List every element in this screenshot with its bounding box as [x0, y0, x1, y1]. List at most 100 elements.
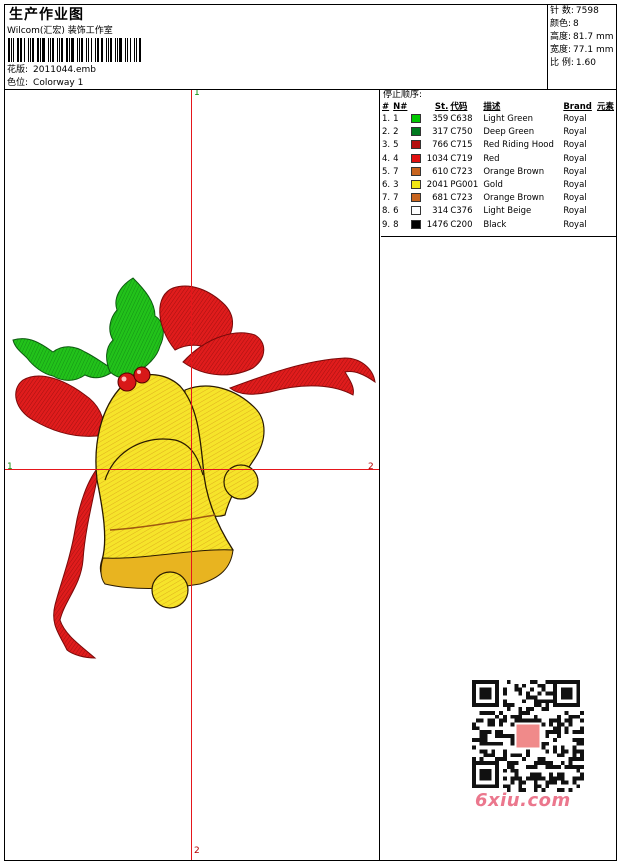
- col-stitches: St.: [434, 102, 449, 112]
- row-needle: 4: [393, 153, 399, 164]
- row-index: 8.: [382, 206, 391, 217]
- colorway-value: Colorway 1: [33, 78, 84, 88]
- design-file-line: 花版: 2011044.emb: [7, 62, 96, 75]
- color-swatch: [411, 153, 422, 163]
- embroidery-preview-image: [12, 277, 376, 659]
- table-row: 3. 5 766 C715 Red Riding Hood Royal: [381, 139, 617, 152]
- row-desc: Deep Green: [483, 127, 535, 138]
- row-index: 6.: [382, 180, 391, 191]
- row-swatch: [410, 113, 423, 126]
- table-row: 8. 6 314 C376 Light Beige Royal: [381, 205, 617, 218]
- design-file-label: 花版:: [7, 65, 29, 75]
- table-row: 6. 3 2041 PG001 Gold Royal: [381, 179, 617, 192]
- stat-colors: 颜色: 8: [550, 19, 579, 29]
- table-row: 4. 4 1034 C719 Red Royal: [381, 153, 617, 166]
- row-elem: [596, 192, 617, 205]
- row-index: 3.: [382, 140, 391, 151]
- row-elem: [596, 166, 617, 179]
- holly-leaf-right: [106, 277, 164, 379]
- stat-scale: 比 例: 1.60: [550, 58, 596, 68]
- row-elem: [596, 139, 617, 152]
- row-swatch: [410, 219, 423, 232]
- qr-code-image: [472, 680, 584, 792]
- col-brand: Brand: [563, 102, 592, 112]
- row-stitches: 2041: [426, 180, 449, 191]
- row-stitches: 1476: [426, 219, 449, 230]
- col-code: 代码: [450, 102, 468, 112]
- table-header-row: # N# St. 代码 描述 Brand 元素: [381, 101, 617, 113]
- row-elem: [596, 113, 617, 126]
- row-desc: Light Beige: [483, 206, 532, 217]
- bell-front-clapper: [151, 571, 189, 609]
- row-desc: Red: [483, 153, 500, 164]
- stats-panel: 针 数: 7598 颜色: 8 高度: 81.7 mm 宽度: 77.1 mm 比 例:…: [547, 4, 617, 90]
- row-stitches: 359: [432, 114, 449, 124]
- design-preview: 1 2 1 2: [5, 90, 380, 860]
- berry-1: [117, 372, 137, 392]
- axis-mark-right: 2: [368, 462, 374, 472]
- stop-sequence-panel: 停止顺序: # N# St. 代码 描述 Brand 元素 1. 1 359 C638…: [381, 90, 617, 237]
- colorway-label: 色位:: [7, 78, 29, 88]
- row-code: PG001: [450, 180, 479, 191]
- table-row: 7. 7 681 C723 Orange Brown Royal: [381, 192, 617, 205]
- row-code: C376: [450, 206, 473, 217]
- axis-mark-bottom: 2: [194, 846, 200, 856]
- row-desc: Light Green: [483, 114, 533, 124]
- ribbon-tail-left: [53, 463, 101, 659]
- row-stitches: 610: [432, 166, 449, 177]
- row-swatch: [410, 192, 423, 205]
- barcode: [8, 38, 144, 62]
- row-code: C723: [450, 166, 473, 177]
- axis-mark-left: 1: [7, 462, 13, 472]
- row-swatch: [410, 139, 423, 152]
- color-swatch: [411, 180, 422, 190]
- row-brand: Royal: [563, 127, 587, 138]
- row-brand: Royal: [563, 114, 587, 124]
- bell-back-clapper: [223, 464, 259, 500]
- design-file-value: 2011044.emb: [33, 65, 97, 75]
- col-no: N#: [393, 102, 408, 112]
- row-index: 5.: [382, 166, 391, 177]
- row-desc: Orange Brown: [483, 166, 545, 177]
- row-stitches: 314: [432, 206, 449, 217]
- row-needle: 8: [393, 219, 399, 230]
- header: 生产作业图 Wilcom(汇宏) 装饰工作室 花版: 2011044.emb 色位…: [4, 4, 617, 90]
- berry-2: [133, 366, 151, 384]
- row-swatch: [410, 179, 423, 192]
- row-index: 7.: [382, 193, 391, 204]
- row-code: C638: [450, 114, 473, 124]
- row-code: C715: [450, 140, 473, 151]
- stop-sequence-title: 停止顺序:: [383, 90, 423, 100]
- col-desc: 描述: [483, 102, 501, 112]
- row-stitches: 681: [432, 193, 449, 204]
- stat-stitches: 针 数: 7598: [550, 6, 599, 16]
- row-needle: 6: [393, 206, 399, 217]
- row-brand: Royal: [563, 153, 587, 164]
- col-swatch: [410, 101, 423, 113]
- row-stitches: 317: [432, 127, 449, 138]
- row-swatch: [410, 126, 423, 139]
- row-desc: Orange Brown: [483, 193, 545, 204]
- row-elem: [596, 153, 617, 166]
- color-swatch: [411, 114, 422, 123]
- row-code: C719: [450, 153, 473, 164]
- company-name: Wilcom(汇宏) 装饰工作室: [7, 26, 113, 36]
- row-needle: 7: [393, 193, 399, 204]
- row-index: 1.: [382, 114, 391, 124]
- row-index: 4.: [382, 153, 391, 164]
- row-elem: [596, 219, 617, 232]
- row-index: 2.: [382, 127, 391, 138]
- row-index: 9.: [382, 219, 391, 230]
- holly-leaf-left: [12, 338, 116, 381]
- color-swatch: [411, 219, 422, 229]
- row-needle: 2: [393, 127, 399, 138]
- row-swatch: [410, 166, 423, 179]
- color-swatch: [411, 193, 422, 203]
- watermark-logo: 6xiu.com: [475, 790, 571, 811]
- stat-height: 高度: 81.7 mm: [550, 32, 614, 42]
- row-brand: Royal: [563, 166, 587, 177]
- row-brand: Royal: [563, 219, 587, 230]
- stop-sequence-table: # N# St. 代码 描述 Brand 元素 1. 1 359 C638 Light …: [381, 101, 617, 232]
- row-code: C200: [450, 219, 473, 230]
- table-row: 5. 7 610 C723 Orange Brown Royal: [381, 166, 617, 179]
